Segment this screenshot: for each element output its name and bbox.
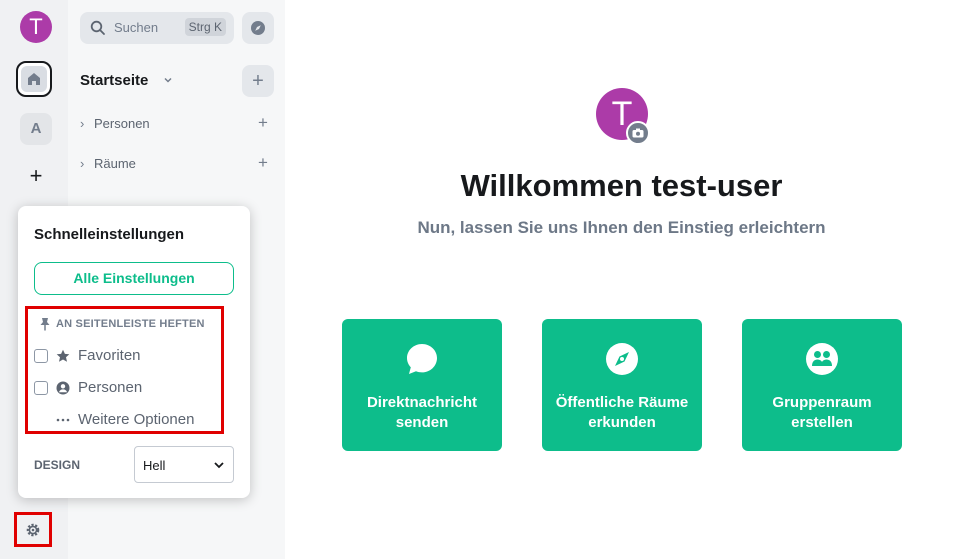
- compass-icon: [606, 343, 638, 375]
- chat-bubble-icon: [407, 344, 437, 374]
- compass-icon: [251, 21, 265, 35]
- pin-to-sidebar-group: AN SEITENLEISTE HEFTEN Favoriten Persone…: [25, 306, 224, 434]
- ellipsis-icon: [56, 413, 70, 427]
- home-icon: [21, 66, 47, 92]
- user-avatar[interactable]: T: [20, 11, 52, 43]
- section-people[interactable]: › Personen: [80, 116, 150, 131]
- explore-public-rooms-button[interactable]: Öffentliche Räume erkunden: [542, 319, 702, 451]
- welcome-subtitle: Nun, lassen Sie uns Ihnen den Einstieg e…: [417, 218, 826, 237]
- people-label: Personen: [78, 379, 143, 396]
- quick-settings-title: Schnelleinstellungen: [34, 226, 185, 243]
- card-label: Direktnachricht senden: [366, 394, 478, 431]
- section-label: Räume: [94, 156, 136, 171]
- star-icon: [56, 349, 70, 363]
- all-settings-button[interactable]: Alle Einstellungen: [34, 262, 234, 295]
- space-a-button[interactable]: A: [20, 113, 52, 145]
- design-value: Hell: [143, 458, 166, 473]
- camera-icon[interactable]: [626, 121, 650, 145]
- home-space-button[interactable]: [16, 61, 52, 97]
- design-label: DESIGN: [34, 458, 81, 472]
- card-label: Gruppenraum erstellen: [772, 394, 872, 431]
- group-icon: [806, 343, 838, 375]
- add-room-button[interactable]: +: [242, 65, 274, 97]
- send-dm-button[interactable]: Direktnachricht senden: [342, 319, 502, 451]
- chevron-down-icon[interactable]: [162, 74, 174, 86]
- section-rooms[interactable]: › Räume: [80, 156, 136, 171]
- pin-people-option[interactable]: Personen: [34, 379, 142, 396]
- person-icon: [56, 381, 70, 395]
- quick-settings-menu: Schnelleinstellungen Alle Einstellungen …: [18, 206, 250, 498]
- pin-heading: AN SEITENLEISTE HEFTEN: [38, 317, 205, 331]
- search-label: Suchen: [114, 20, 159, 35]
- search-icon: [90, 20, 105, 35]
- welcome-heading: Willkommen test-user: [460, 168, 783, 203]
- chevron-down-icon: [214, 462, 224, 469]
- create-space-button[interactable]: +: [24, 164, 48, 188]
- home-page: T Willkommen test-user Nun, lassen Sie u…: [285, 0, 958, 559]
- chevron-right-icon: ›: [80, 156, 85, 171]
- search-shortcut: Strg K: [184, 18, 226, 36]
- chevron-right-icon: ›: [80, 116, 85, 131]
- pin-icon: [40, 318, 50, 331]
- explore-rooms-button[interactable]: [242, 12, 274, 44]
- people-checkbox[interactable]: [34, 380, 48, 395]
- more-options-label: Weitere Optionen: [78, 411, 195, 428]
- pin-favorites-option[interactable]: Favoriten: [34, 347, 141, 364]
- favorites-label: Favoriten: [78, 347, 141, 364]
- more-options-button[interactable]: Weitere Optionen: [56, 411, 194, 428]
- search-button[interactable]: Suchen Strg K: [80, 12, 234, 44]
- favorites-checkbox[interactable]: [34, 348, 48, 363]
- add-people-button[interactable]: +: [258, 113, 268, 133]
- design-select[interactable]: Hell: [134, 446, 234, 483]
- add-room-section-button[interactable]: +: [258, 153, 268, 173]
- gear-icon: [26, 523, 40, 536]
- quick-settings-button[interactable]: [14, 512, 52, 547]
- home-title[interactable]: Startseite: [80, 72, 148, 89]
- create-group-room-button[interactable]: Gruppenraum erstellen: [742, 319, 902, 451]
- section-label: Personen: [94, 116, 150, 131]
- card-label: Öffentliche Räume erkunden: [555, 394, 689, 431]
